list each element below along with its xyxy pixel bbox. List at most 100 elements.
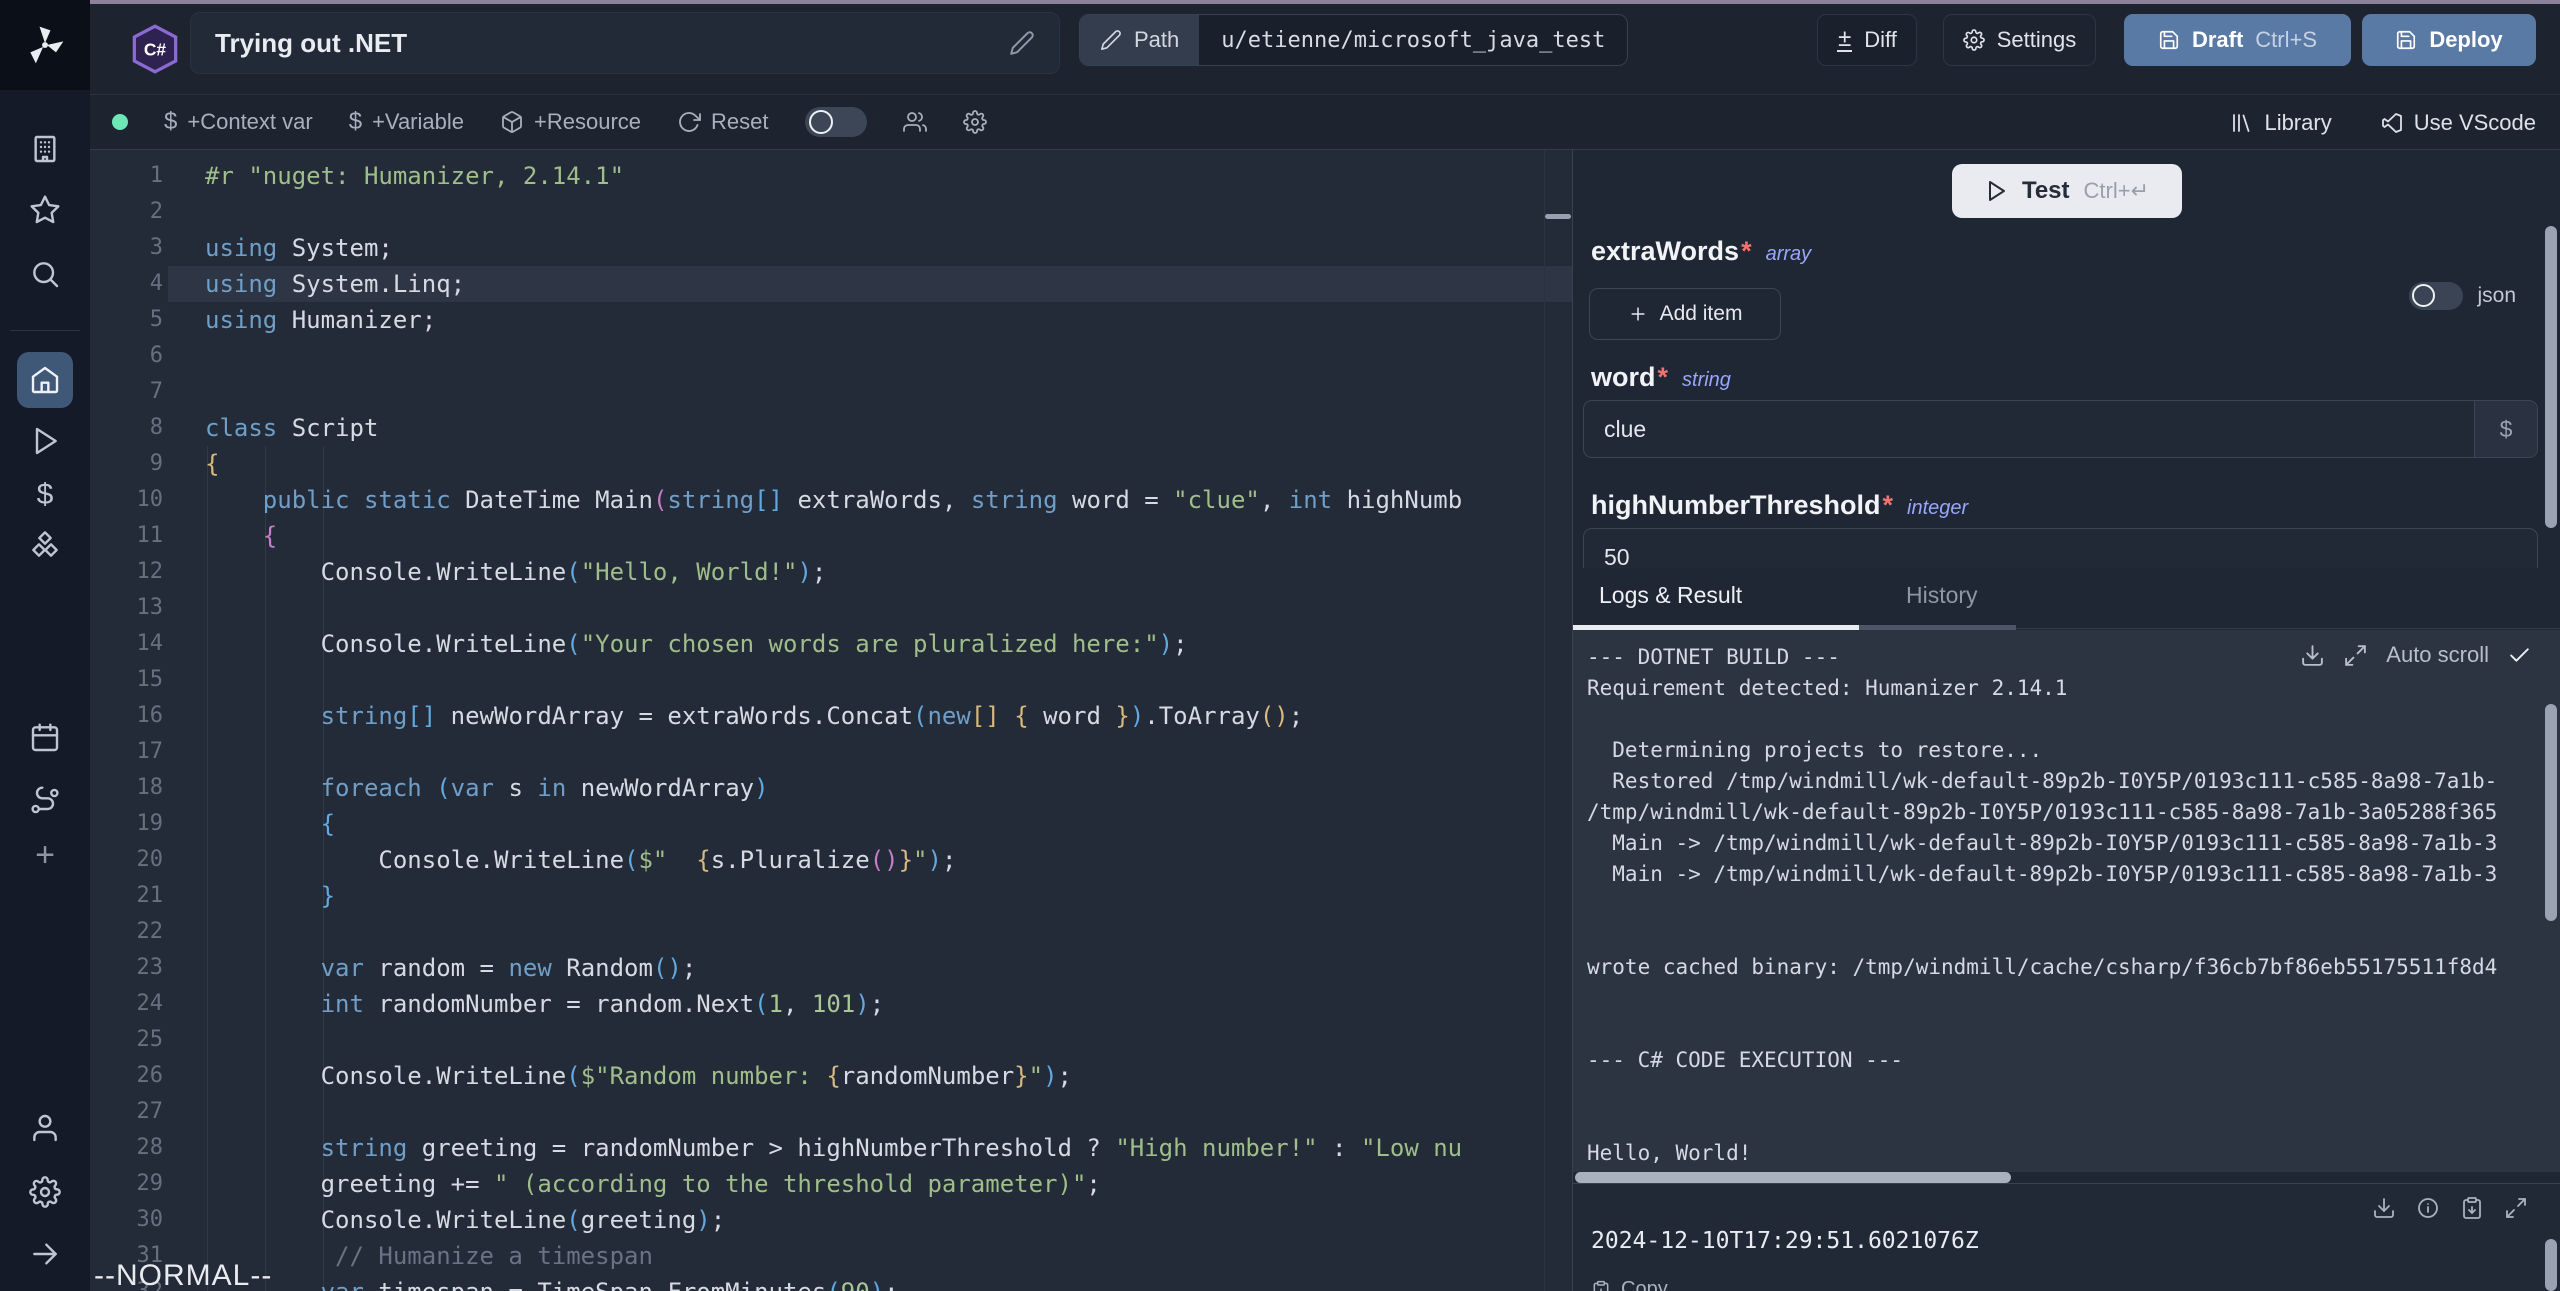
- code-line[interactable]: 29 greeting += " (according to the thres…: [90, 1166, 1572, 1202]
- edit-title-pencil-icon[interactable]: [1009, 30, 1035, 56]
- sidebar-item-variables[interactable]: $: [29, 478, 61, 510]
- sidebar-item-resources[interactable]: [29, 530, 61, 562]
- sidebar-item-home[interactable]: [17, 352, 73, 408]
- code-line[interactable]: 11 {: [90, 518, 1572, 554]
- result-scrollbar-thumb[interactable]: [2545, 1239, 2557, 1291]
- highnumberthreshold-input[interactable]: 50: [1583, 528, 2538, 568]
- panel-resize-handle[interactable]: [1545, 214, 1571, 219]
- collab-toggle[interactable]: [805, 107, 867, 137]
- workspaces-icon[interactable]: [29, 133, 61, 165]
- reset-label: Reset: [711, 109, 768, 135]
- expand-logs-icon[interactable]: [2343, 643, 2368, 668]
- code-line[interactable]: 14 Console.WriteLine("Your chosen words …: [90, 626, 1572, 662]
- word-input-value: clue: [1584, 416, 2474, 443]
- sidebar-item-schedules[interactable]: [29, 722, 61, 754]
- code-line[interactable]: 31 // Humanize a timespan: [90, 1238, 1572, 1274]
- script-title-box[interactable]: Trying out .NET: [190, 12, 1060, 74]
- editor-settings-gear-icon[interactable]: [963, 110, 987, 134]
- collaborators-icon[interactable]: [903, 110, 927, 134]
- sidebar-settings-icon[interactable]: [29, 1176, 61, 1208]
- code-line[interactable]: 17: [90, 734, 1572, 770]
- download-logs-icon[interactable]: [2300, 643, 2325, 668]
- copy-result-icon[interactable]: [2460, 1196, 2484, 1220]
- deploy-button[interactable]: Deploy: [2362, 14, 2536, 66]
- code-line[interactable]: 3using System;: [90, 230, 1572, 266]
- account-user-icon[interactable]: [29, 1112, 61, 1144]
- sidebar-item-flows[interactable]: [29, 785, 61, 817]
- favorites-star-icon[interactable]: [29, 194, 61, 226]
- add-context-var-button[interactable]: $ +Context var: [164, 108, 313, 136]
- required-asterisk: *: [1741, 236, 1752, 267]
- code-line[interactable]: 27: [90, 1094, 1572, 1130]
- add-item-button[interactable]: Add item: [1589, 288, 1781, 340]
- json-toggle[interactable]: [2409, 282, 2463, 310]
- code-line[interactable]: 4using System.Linq;: [90, 266, 1572, 302]
- code-line[interactable]: 10 public static DateTime Main(string[] …: [90, 482, 1572, 518]
- code-line[interactable]: 20 Console.WriteLine($" {s.Pluralize()}"…: [90, 842, 1572, 878]
- code-line[interactable]: 32 var timespan = TimeSpan.FromMinutes(9…: [90, 1274, 1572, 1291]
- logs-scrollbar-thumb[interactable]: [2545, 704, 2557, 921]
- code-line[interactable]: 1#r "nuget: Humanizer, 2.14.1": [90, 158, 1572, 194]
- tab-history[interactable]: History: [1906, 582, 1978, 609]
- workspace-logo[interactable]: [0, 0, 90, 90]
- add-resource-button[interactable]: +Resource: [500, 109, 641, 135]
- required-asterisk: *: [1658, 362, 1669, 393]
- code-line[interactable]: 12 Console.WriteLine("Hello, World!");: [90, 554, 1572, 590]
- code-line[interactable]: 22: [90, 914, 1572, 950]
- csharp-language-icon: C#: [131, 24, 179, 74]
- code-line[interactable]: 16 string[] newWordArray = extraWords.Co…: [90, 698, 1572, 734]
- code-line[interactable]: 25: [90, 1022, 1572, 1058]
- code-line[interactable]: 2: [90, 194, 1572, 230]
- sidebar-add-icon[interactable]: +: [29, 840, 61, 872]
- deploy-save-icon: [2395, 29, 2417, 51]
- code-line[interactable]: 15: [90, 662, 1572, 698]
- diff-button[interactable]: ± Diff: [1817, 14, 1917, 66]
- copy-label: Copy: [1621, 1278, 1668, 1291]
- code-line[interactable]: 23 var random = new Random();: [90, 950, 1572, 986]
- editor-scrollbar-track[interactable]: [1544, 150, 1545, 1291]
- settings-button[interactable]: Settings: [1943, 14, 2096, 66]
- refresh-icon: [677, 110, 701, 134]
- code-lines[interactable]: 1#r "nuget: Humanizer, 2.14.1"23using Sy…: [90, 158, 1572, 1291]
- search-icon[interactable]: [29, 258, 61, 290]
- code-line[interactable]: 21 }: [90, 878, 1572, 914]
- insert-variable-button[interactable]: $: [2474, 401, 2537, 457]
- add-variable-button[interactable]: $ +Variable: [349, 108, 464, 136]
- path-chip[interactable]: Path: [1080, 15, 1199, 65]
- auto-scroll-check-icon[interactable]: [2507, 643, 2532, 668]
- code-line[interactable]: 26 Console.WriteLine($"Random number: {r…: [90, 1058, 1572, 1094]
- reset-button[interactable]: Reset: [677, 109, 768, 135]
- result-panel: 2024-12-10T17:29:51.6021076Z Copy: [1573, 1183, 2560, 1291]
- logs-panel[interactable]: --- DOTNET BUILD ---Requirement detected…: [1573, 630, 2560, 1172]
- result-info-icon[interactable]: [2416, 1196, 2440, 1220]
- download-result-icon[interactable]: [2372, 1196, 2396, 1220]
- deploy-button-label: Deploy: [2429, 27, 2502, 53]
- collapse-sidebar-icon[interactable]: [29, 1238, 61, 1270]
- code-line[interactable]: 19 {: [90, 806, 1572, 842]
- code-line[interactable]: 7: [90, 374, 1572, 410]
- library-button[interactable]: Library: [2230, 110, 2331, 136]
- code-line[interactable]: 30 Console.WriteLine(greeting);: [90, 1202, 1572, 1238]
- field-label-extrawords: extraWords* array: [1591, 236, 1811, 267]
- code-line[interactable]: 18 foreach (var s in newWordArray): [90, 770, 1572, 806]
- code-line[interactable]: 9{: [90, 446, 1572, 482]
- use-vscode-button[interactable]: Use VScode: [2380, 110, 2536, 136]
- expand-result-icon[interactable]: [2504, 1196, 2528, 1220]
- sidebar-item-runs[interactable]: [29, 425, 61, 457]
- code-line[interactable]: 28 string greeting = randomNumber > high…: [90, 1130, 1572, 1166]
- copy-button[interactable]: Copy: [1591, 1278, 1668, 1291]
- tab-logs-result[interactable]: Logs & Result: [1599, 582, 1742, 609]
- draft-button[interactable]: Draft Ctrl+S: [2124, 14, 2351, 66]
- path-field[interactable]: Path u/etienne/microsoft_java_test: [1079, 14, 1628, 66]
- code-editor[interactable]: 1#r "nuget: Humanizer, 2.14.1"23using Sy…: [90, 150, 1572, 1291]
- code-line[interactable]: 6: [90, 338, 1572, 374]
- code-line[interactable]: 5using Humanizer;: [90, 302, 1572, 338]
- code-line[interactable]: 24 int randomNumber = random.Next(1, 101…: [90, 986, 1572, 1022]
- code-line[interactable]: 8class Script: [90, 410, 1572, 446]
- form-scrollbar-thumb[interactable]: [2545, 226, 2557, 528]
- path-label: Path: [1134, 27, 1179, 53]
- word-input[interactable]: clue $: [1583, 400, 2538, 458]
- draft-button-label: Draft: [2192, 27, 2243, 53]
- logs-horizontal-scrollbar[interactable]: [1575, 1172, 2011, 1183]
- code-line[interactable]: 13: [90, 590, 1572, 626]
